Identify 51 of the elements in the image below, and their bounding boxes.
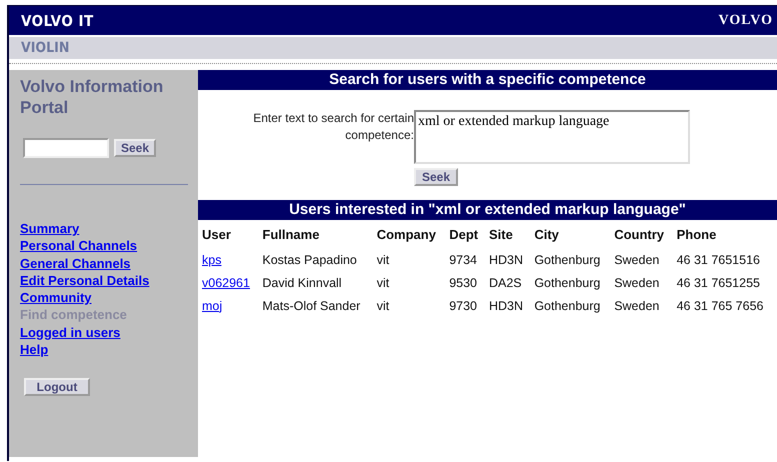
header-title: VOLVO IT [21, 12, 94, 30]
table-cell-text: HD3N [488, 252, 524, 268]
portal-title: Volvo Information Portal [20, 76, 164, 118]
column-header: Company [376, 226, 437, 244]
user-link[interactable]: kps [202, 252, 222, 266]
section-title: Search for users with a specific competence [198, 70, 777, 90]
section-title: Users interested in "xml or extended markup language" [198, 200, 777, 220]
table-cell-text: Sweden [613, 298, 660, 314]
seek-button[interactable]: Seek [114, 139, 156, 157]
sidebar-link[interactable]: Edit Personal Details [20, 272, 198, 290]
column-header: User [201, 226, 232, 244]
table-cell-text: vit [376, 274, 390, 292]
column-header: Fullname [261, 226, 320, 244]
table-cell-text: DA2S [488, 274, 523, 292]
sidebar-link[interactable]: Community [20, 289, 198, 306]
seek-button[interactable]: Seek [414, 168, 458, 186]
table-cell-text: Kostas Papadino [261, 252, 358, 269]
search-label: Enter text to search for certain competence: [252, 110, 414, 144]
logo: VOLVO [718, 12, 773, 28]
logout-button[interactable]: Logout [24, 378, 90, 396]
table-cell-text: 9730 [448, 298, 478, 314]
table-cell-text: Gothenburg [533, 252, 602, 269]
sidebar-link[interactable]: Help [20, 341, 198, 358]
table-cell-text: Mats-Olof Sander [261, 298, 362, 314]
table-cell-text: 46 31 765 7656 [676, 298, 764, 314]
column-header: Site [488, 226, 514, 244]
table-cell-text: Gothenburg [533, 274, 602, 292]
table-cell-text: vit [376, 298, 390, 314]
table-cell-text: HD3N [488, 298, 524, 314]
column-header: Country [613, 226, 666, 244]
app-title: VIOLIN [21, 40, 70, 56]
column-header: Phone [676, 226, 718, 244]
table-cell-text: 46 31 7651516 [676, 252, 761, 268]
user-link[interactable]: v062961 [202, 276, 250, 290]
sidebar-link[interactable]: Logged in users [20, 324, 198, 342]
table-cell-text: David Kinnvall [261, 274, 343, 292]
sidebar-link[interactable]: Personal Channels [20, 237, 198, 255]
table-cell-text: 9734 [448, 252, 478, 268]
search-field[interactable] [23, 138, 109, 158]
column-header: Dept [448, 226, 480, 244]
user-link[interactable]: moj [202, 298, 222, 312]
table-cell-text: vit [376, 252, 390, 268]
column-header: City [533, 226, 560, 244]
table-cell-text: Sweden [613, 252, 660, 268]
table-cell-text: 9530 [448, 274, 478, 292]
table-cell-text: Gothenburg [533, 298, 602, 315]
sidebar-link[interactable]: General Channels [20, 254, 198, 272]
search-textarea[interactable]: xml or extended markup language [414, 110, 690, 164]
sidebar-link[interactable]: Summary [20, 220, 198, 238]
table-cell-text: 46 31 7651255 [676, 274, 761, 292]
table-cell-text: Sweden [613, 274, 660, 292]
